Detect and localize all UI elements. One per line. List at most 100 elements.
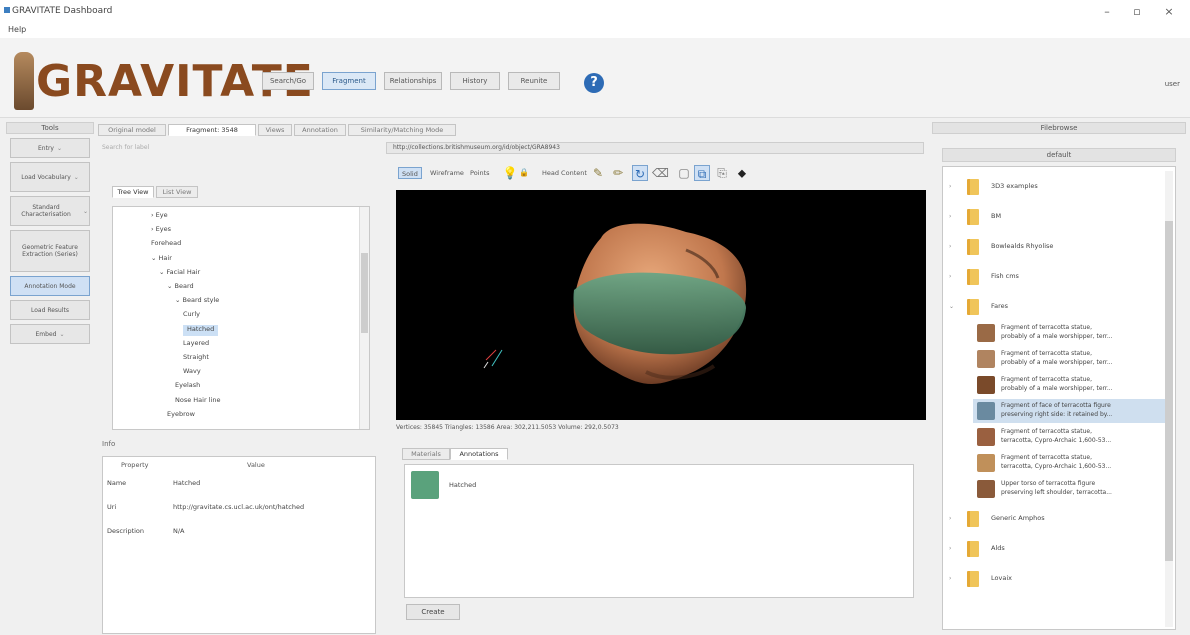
tools-title: Tools [6,122,94,134]
3d-viewer[interactable] [396,190,926,420]
list-item[interactable]: Fragment of terracotta statue, terracotta… [973,425,1169,449]
wireframe-mode-button[interactable]: Wireframe [430,167,464,179]
folder-item[interactable]: › Lovaix [949,569,1169,589]
tool-embed-button[interactable]: Embed ⌄ [10,324,90,344]
nav-relationships[interactable]: Relationships [384,72,442,90]
tab-materials[interactable]: Materials [402,448,450,460]
solid-mode-button[interactable]: Solid [398,167,422,179]
tree-scroll-thumb[interactable] [361,253,368,333]
file-browser-panel: Filebrowse default › 3D3 examples › BM › Bowl… [932,122,1186,632]
tree-item[interactable]: Hatched [183,324,219,336]
minimize-button[interactable]: – [1094,4,1120,20]
tree-item[interactable]: Wavy [183,367,201,378]
expand-icon[interactable]: › [949,575,951,582]
tree-toggle-icon[interactable]: ⌄ [167,282,175,290]
label-search-input[interactable]: Search for label [102,144,374,154]
tree-toggle-icon[interactable]: ⌄ [175,296,183,304]
maximize-button[interactable]: ▫ [1124,4,1150,20]
folder-item[interactable]: › BM [949,207,1169,227]
tree-item[interactable]: Eyelash [175,381,200,392]
item-title: Fragment of terracotta statue, [1001,376,1092,383]
lock-icon[interactable]: 🔒 [516,165,532,181]
tree-item[interactable]: Nose Hair line [175,396,220,407]
tool-geometric-feature-extraction-series--button[interactable]: Geometric Feature Extraction (Series) [10,230,90,272]
tree-scrollbar[interactable] [359,207,369,429]
annotation-label: Hatched [449,481,477,489]
brush-icon[interactable]: ✏ [610,165,626,181]
tree-item[interactable]: Straight [183,353,209,364]
file-list-scrollbar[interactable] [1165,171,1173,627]
erase-icon[interactable]: ⌫ [652,165,669,181]
tree-item[interactable]: ⌄ Beard [167,282,194,293]
tab-fragment-3548[interactable]: Fragment: 3548 [168,124,256,136]
pencil-icon[interactable]: ✎ [590,165,606,181]
tab-views[interactable]: Views [258,124,292,136]
nav-fragment[interactable]: Fragment [322,72,376,90]
annotation-swatch[interactable] [411,471,439,499]
tree-toggle-icon[interactable]: ⌄ [151,254,159,262]
document-icon[interactable]: ⎘ [714,165,730,181]
item-title: Fragment of face of terracotta figure [1001,402,1111,409]
folder-item[interactable]: ⌄ Fares [949,297,1169,317]
tool-entry-button[interactable]: Entry ⌄ [10,138,90,158]
expand-icon[interactable]: › [949,515,951,522]
ontology-tree[interactable]: › Eye › Eyes Forehead ⌄ Hair ⌄ Facial Hair ⌄ … [112,206,370,430]
tab-list-view[interactable]: List View [156,186,198,198]
menu-help[interactable]: Help [8,25,26,34]
tool-load-results-button[interactable]: Load Results [10,300,90,320]
close-button[interactable]: × [1156,4,1182,20]
tool-standard-characterisation-button[interactable]: Standard Characterisation ⌄ [10,196,90,226]
file-list[interactable]: › 3D3 examples › BM › Bowlealds Rhyolise › Fish… [942,166,1176,630]
tab-annotations[interactable]: Annotations [450,448,508,460]
nav-reunite[interactable]: Reunite [508,72,560,90]
info-property: Uri [107,503,117,511]
tab-annotation[interactable]: Annotation [294,124,346,136]
fragment-thumbnail [977,454,995,472]
expand-icon[interactable]: › [949,243,951,250]
head-content-button[interactable]: Head Content [542,167,587,179]
expand-icon[interactable]: › [949,273,951,280]
nav-history[interactable]: History [450,72,500,90]
folder-item[interactable]: › Alds [949,539,1169,559]
list-item[interactable]: Fragment of terracotta statue, probably o… [973,321,1169,345]
tree-item[interactable]: › Eyes [151,225,171,236]
list-item[interactable]: Fragment of terracotta statue, probably o… [973,347,1169,371]
fragment-thumbnail [977,350,995,368]
tree-item[interactable]: › Eye [151,211,168,222]
tree-item[interactable]: Eyebrow [167,410,195,421]
file-list-scroll-thumb[interactable] [1165,221,1173,561]
list-item[interactable]: Fragment of face of terracotta figure pre… [973,399,1169,423]
list-item[interactable]: Fragment of terracotta statue, probably o… [973,373,1169,397]
select-rect-icon[interactable]: ▢ [676,165,692,181]
folder-item[interactable]: › Bowlealds Rhyolise [949,237,1169,257]
create-button[interactable]: Create [406,604,460,620]
folder-item[interactable]: › 3D3 examples [949,177,1169,197]
tree-item[interactable]: Forehead [151,239,181,250]
tree-item[interactable]: Curly [183,310,200,321]
expand-icon[interactable]: › [949,183,951,190]
expand-icon[interactable]: › [949,545,951,552]
tree-item[interactable]: ⌄ Hair [151,254,172,265]
help-button[interactable]: ? [584,73,604,93]
tree-item[interactable]: ⌄ Beard style [175,296,219,307]
tab-tree-view[interactable]: Tree View [112,186,154,198]
tree-item[interactable]: ⌄ Facial Hair [159,268,200,279]
folder-item[interactable]: › Generic Amphos [949,509,1169,529]
nav-search-go[interactable]: Search/Go [262,72,314,90]
expand-icon[interactable]: ⌄ [949,303,954,310]
expand-icon[interactable]: › [949,213,951,220]
tree-item[interactable]: Layered [183,339,209,350]
folder-item[interactable]: › Fish cms [949,267,1169,287]
rotate-icon[interactable]: ↻ [632,165,648,181]
points-mode-button[interactable]: Points [470,167,490,179]
list-item[interactable]: Fragment of terracotta statue, terracotta… [973,451,1169,475]
copy-icon[interactable]: ⧉ [694,165,710,181]
tag-icon[interactable]: ⬥ [734,165,750,181]
tool-label: Annotation Mode [24,282,76,290]
tool-annotation-mode-button[interactable]: Annotation Mode [10,276,90,296]
tree-toggle-icon[interactable]: ⌄ [159,268,167,276]
tab-original-model[interactable]: Original model [98,124,166,136]
list-item[interactable]: Upper torso of terracotta figure preservi… [973,477,1169,501]
tool-load-vocabulary-button[interactable]: Load Vocabulary ⌄ [10,162,90,192]
object-url[interactable]: http://collections.britishmuseum.org/id/… [386,142,924,154]
